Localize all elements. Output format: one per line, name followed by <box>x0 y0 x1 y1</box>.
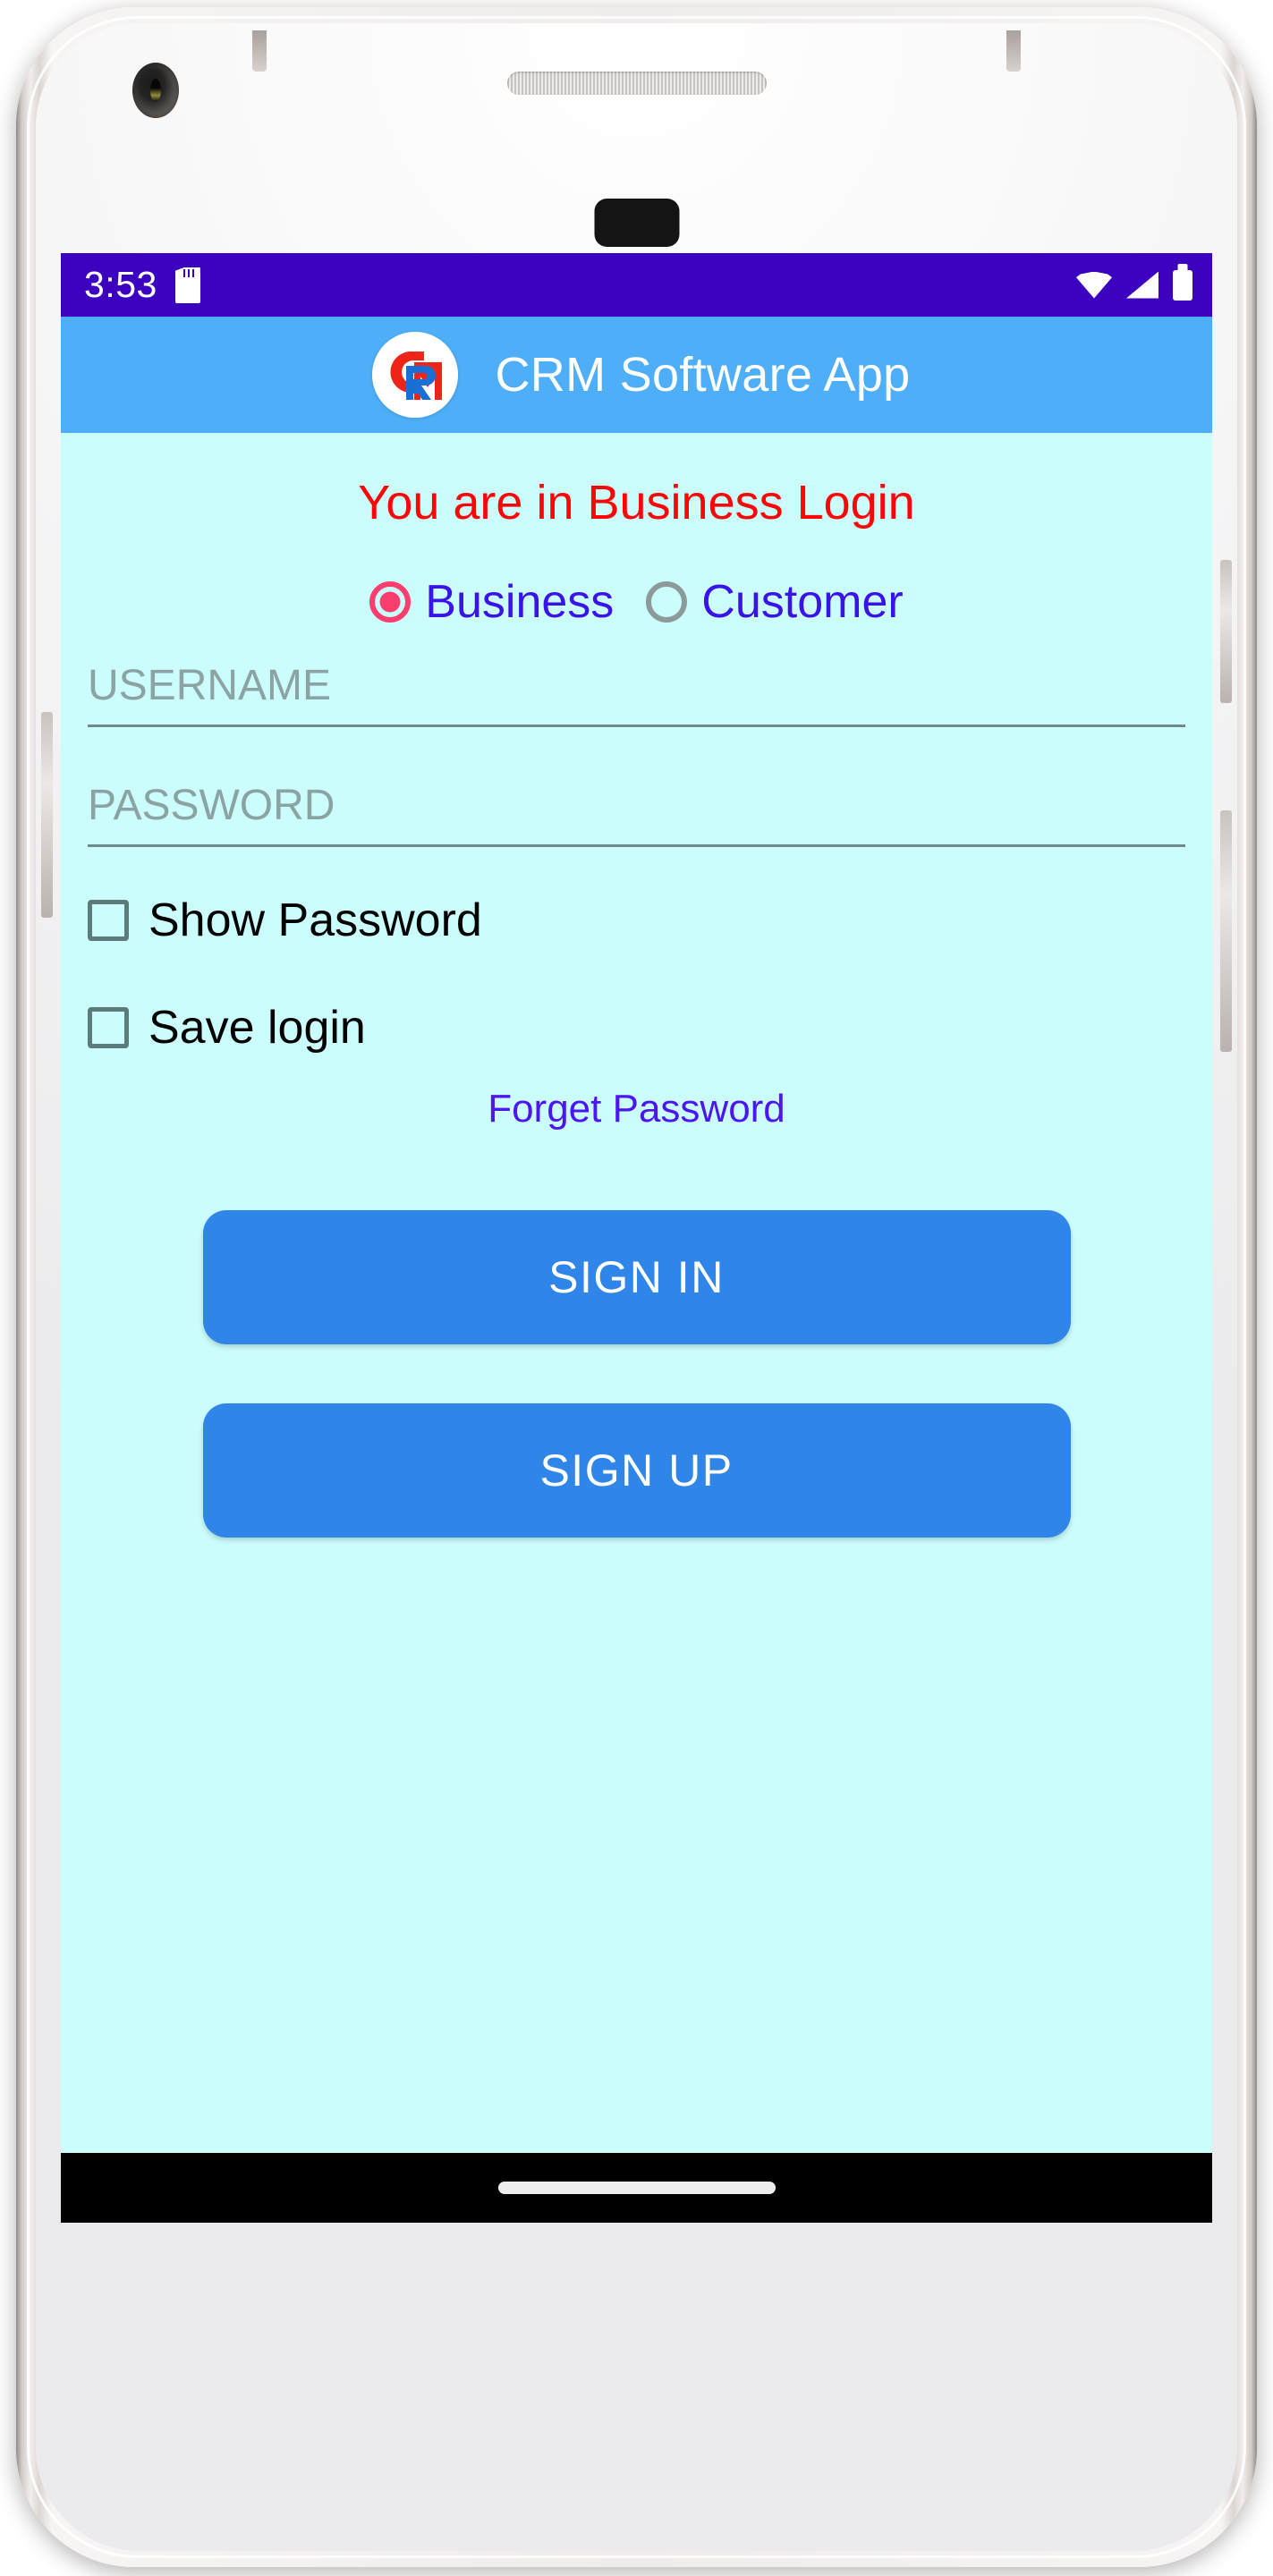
sim-tray[interactable] <box>41 712 53 918</box>
radio-customer-label: Customer <box>701 576 904 628</box>
account-type-radio-group: Business Customer <box>73 575 1200 629</box>
home-gesture-pill[interactable] <box>497 2182 776 2194</box>
radio-option-customer[interactable]: Customer <box>646 575 904 629</box>
password-input[interactable] <box>88 781 1185 830</box>
power-button[interactable] <box>1220 560 1232 703</box>
save-login-checkbox-row[interactable]: Save login <box>88 1001 1200 1055</box>
show-password-checkbox-row[interactable]: Show Password <box>88 894 1200 947</box>
phone-screen: 3:53 CRM Software App You are in Busines… <box>61 253 1212 2223</box>
status-time: 3:53 <box>84 264 157 305</box>
save-login-checkbox[interactable] <box>88 1007 129 1048</box>
antenna-line-left <box>251 30 267 72</box>
save-login-label: Save login <box>149 1002 366 1054</box>
app-bar: CRM Software App <box>61 317 1212 433</box>
username-field-wrapper <box>88 629 1185 727</box>
login-mode-notice: You are in Business Login <box>358 476 915 530</box>
radio-customer-indicator[interactable] <box>646 581 688 623</box>
earpiece-speaker-icon <box>506 72 767 95</box>
volume-button[interactable] <box>1220 810 1232 1052</box>
system-navigation-bar <box>61 2153 1212 2223</box>
radio-business-indicator[interactable] <box>369 581 412 623</box>
status-bar-left: 3:53 <box>84 264 200 306</box>
show-password-label: Show Password <box>149 894 482 946</box>
screenshot-stage: 3:53 CRM Software App You are in Busines… <box>0 0 1273 2576</box>
username-input[interactable] <box>88 661 1185 710</box>
sd-card-icon <box>174 267 200 303</box>
proximity-sensor-icon <box>594 199 679 247</box>
radio-option-business[interactable]: Business <box>369 575 614 629</box>
sign-up-button[interactable]: SIGN UP <box>202 1403 1071 1538</box>
status-bar: 3:53 <box>61 253 1212 317</box>
password-field-wrapper <box>88 749 1185 847</box>
login-form-container: You are in Business Login Business Custo… <box>61 433 1212 2223</box>
battery-icon <box>1173 269 1192 301</box>
front-camera-icon <box>132 63 179 118</box>
cellular-signal-icon <box>1126 271 1158 299</box>
wifi-icon <box>1076 271 1112 299</box>
forget-password-link[interactable]: Forget Password <box>73 1087 1200 1131</box>
status-bar-right <box>1076 269 1192 301</box>
sign-in-button[interactable]: SIGN IN <box>202 1210 1071 1344</box>
antenna-line-right <box>1006 30 1022 72</box>
show-password-checkbox[interactable] <box>88 900 129 941</box>
radio-business-label: Business <box>425 576 615 628</box>
crm-logo-icon <box>371 332 458 418</box>
app-title: CRM Software App <box>495 348 911 402</box>
